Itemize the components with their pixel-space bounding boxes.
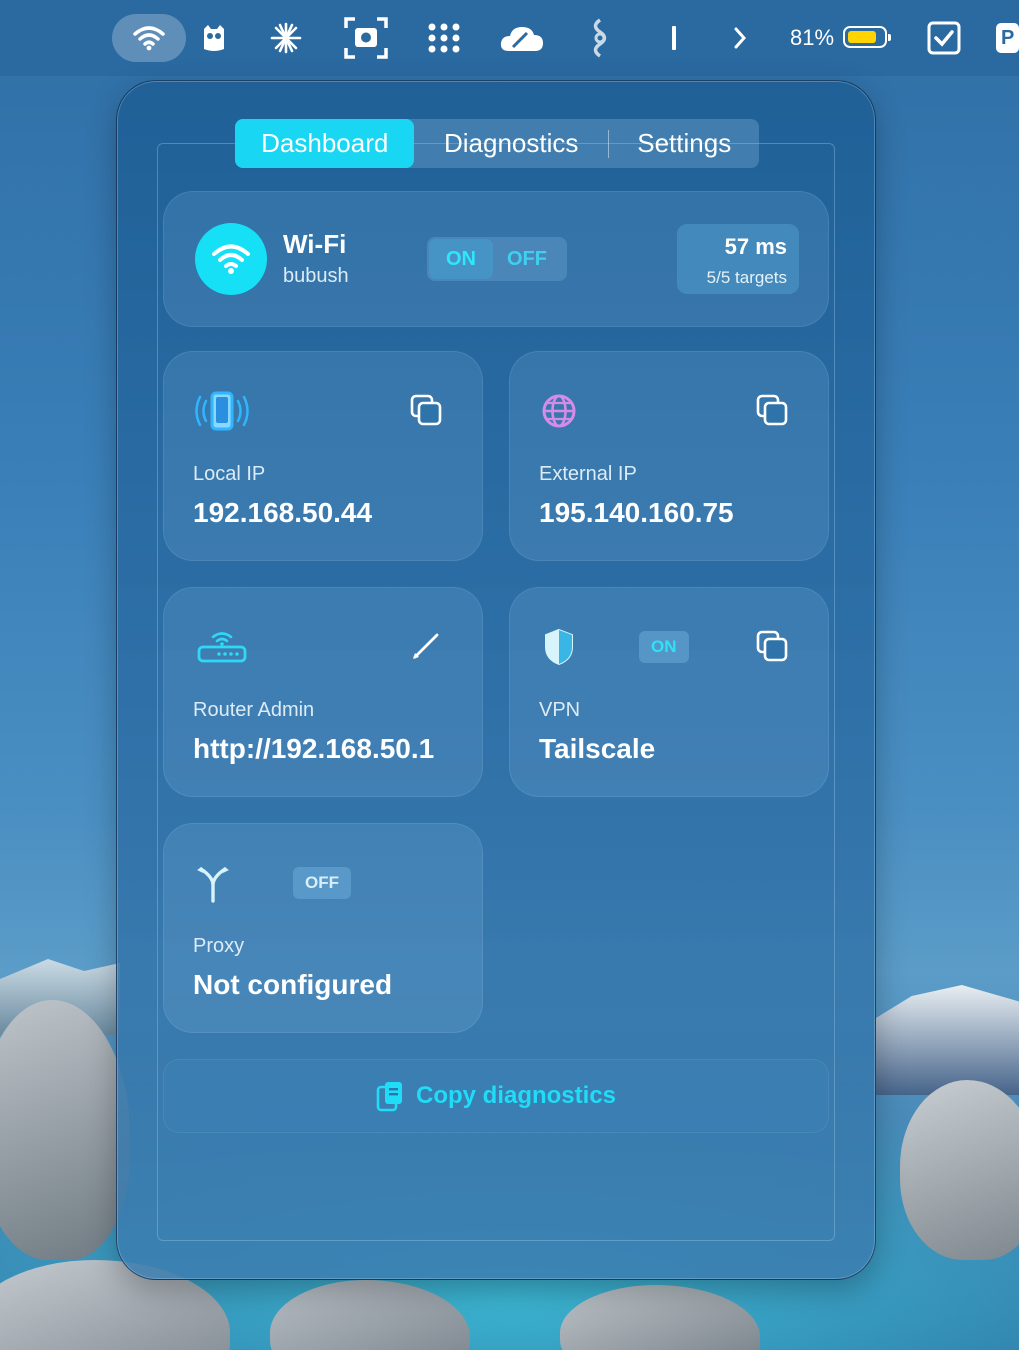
app-icon[interactable]: P [996, 14, 1019, 62]
tab-diagnostics[interactable]: Diagnostics [414, 119, 607, 168]
wifi-card: Wi-Fi bubush ON OFF 57 ms 5/5 targets [163, 191, 829, 327]
clipboard-icon [376, 1082, 402, 1112]
tab-dashboard[interactable]: Dashboard [235, 119, 415, 168]
copy-icon [756, 394, 788, 426]
phone-signal-icon [193, 391, 251, 431]
sparkle-icon[interactable] [268, 14, 304, 62]
copy-diagnostics-button[interactable]: Copy diagnostics [163, 1059, 829, 1133]
copy-diagnostics-label: Copy diagnostics [415, 1082, 617, 1109]
pencil-icon [413, 633, 439, 659]
router-icon [193, 627, 251, 667]
chevron-right-icon[interactable] [728, 14, 752, 62]
copy-icon [756, 630, 788, 662]
dots-grid-icon[interactable] [424, 14, 464, 62]
wallpaper-rock [0, 1000, 130, 1260]
local-ip-card: Local IP 192.168.50.44 [163, 351, 483, 561]
wifi-toggle-off[interactable]: OFF [495, 239, 559, 279]
latency-badge: 57 ms 5/5 targets [677, 224, 799, 294]
globe-icon [539, 391, 597, 431]
screenshot-icon[interactable] [342, 14, 390, 62]
proxy-label: Proxy [193, 935, 245, 957]
vpn-status-badge: ON [639, 631, 689, 663]
vpn-card: ON VPN Tailscale [509, 587, 829, 797]
local-ip-value: 192.168.50.44 [193, 497, 373, 528]
wifi-status-icon [195, 223, 267, 295]
router-admin-label: Router Admin [193, 699, 315, 721]
local-ip-label: Local IP [193, 463, 266, 485]
router-admin-card: Router Admin http://192.168.50.1 [163, 587, 483, 797]
copy-local-ip-button[interactable] [409, 393, 443, 427]
wifi-title: Wi-Fi [283, 229, 347, 259]
vpn-label: VPN [539, 699, 581, 721]
cloud-icon[interactable] [498, 14, 546, 62]
battery-level [848, 31, 876, 43]
battery-icon[interactable] [843, 26, 891, 48]
wallpaper-rock [900, 1080, 1019, 1260]
external-ip-card: External IP 195.140.160.75 [509, 351, 829, 561]
owl-icon[interactable] [198, 14, 230, 62]
battery-percent[interactable]: 81% [788, 14, 836, 62]
copy-vpn-button[interactable] [755, 629, 789, 663]
vpn-value: Tailscale [539, 733, 656, 764]
wallpaper-rock [560, 1285, 760, 1350]
copy-external-ip-button[interactable] [755, 393, 789, 427]
external-ip-label: External IP [539, 463, 637, 485]
external-ip-value: 195.140.160.75 [539, 497, 734, 528]
latency-value: 57 ms [724, 234, 787, 259]
checkbox-icon[interactable] [924, 14, 964, 62]
wallpaper-rock [270, 1280, 470, 1350]
proxy-value: Not configured [193, 969, 393, 1000]
proxy-status-badge: OFF [293, 867, 351, 899]
sync-icon[interactable] [584, 14, 616, 62]
wifi-ssid: bubush [283, 265, 349, 287]
wifi-toggle-on[interactable]: ON [429, 239, 493, 279]
tab-bar: Dashboard Diagnostics Settings [235, 119, 759, 168]
network-popover: Dashboard Diagnostics Settings Wi-Fi bub… [116, 80, 876, 1280]
tab-settings[interactable]: Settings [609, 119, 759, 168]
edit-router-button[interactable] [409, 629, 443, 663]
text-cursor-icon[interactable] [664, 14, 684, 62]
proxy-card: OFF Proxy Not configured [163, 823, 483, 1033]
wifi-icon[interactable] [112, 14, 186, 62]
app-icon-label: P [996, 23, 1019, 53]
menu-bar: 81% P [0, 0, 1019, 76]
wifi-toggle[interactable]: ON OFF [427, 237, 567, 281]
latency-targets: 5/5 targets [706, 268, 787, 287]
shield-icon [539, 627, 597, 667]
wallpaper-mountain-right [876, 985, 1019, 1095]
battery-nub [888, 34, 891, 41]
copy-icon [410, 394, 442, 426]
router-admin-value[interactable]: http://192.168.50.1 [193, 733, 434, 765]
fork-icon [193, 863, 251, 903]
